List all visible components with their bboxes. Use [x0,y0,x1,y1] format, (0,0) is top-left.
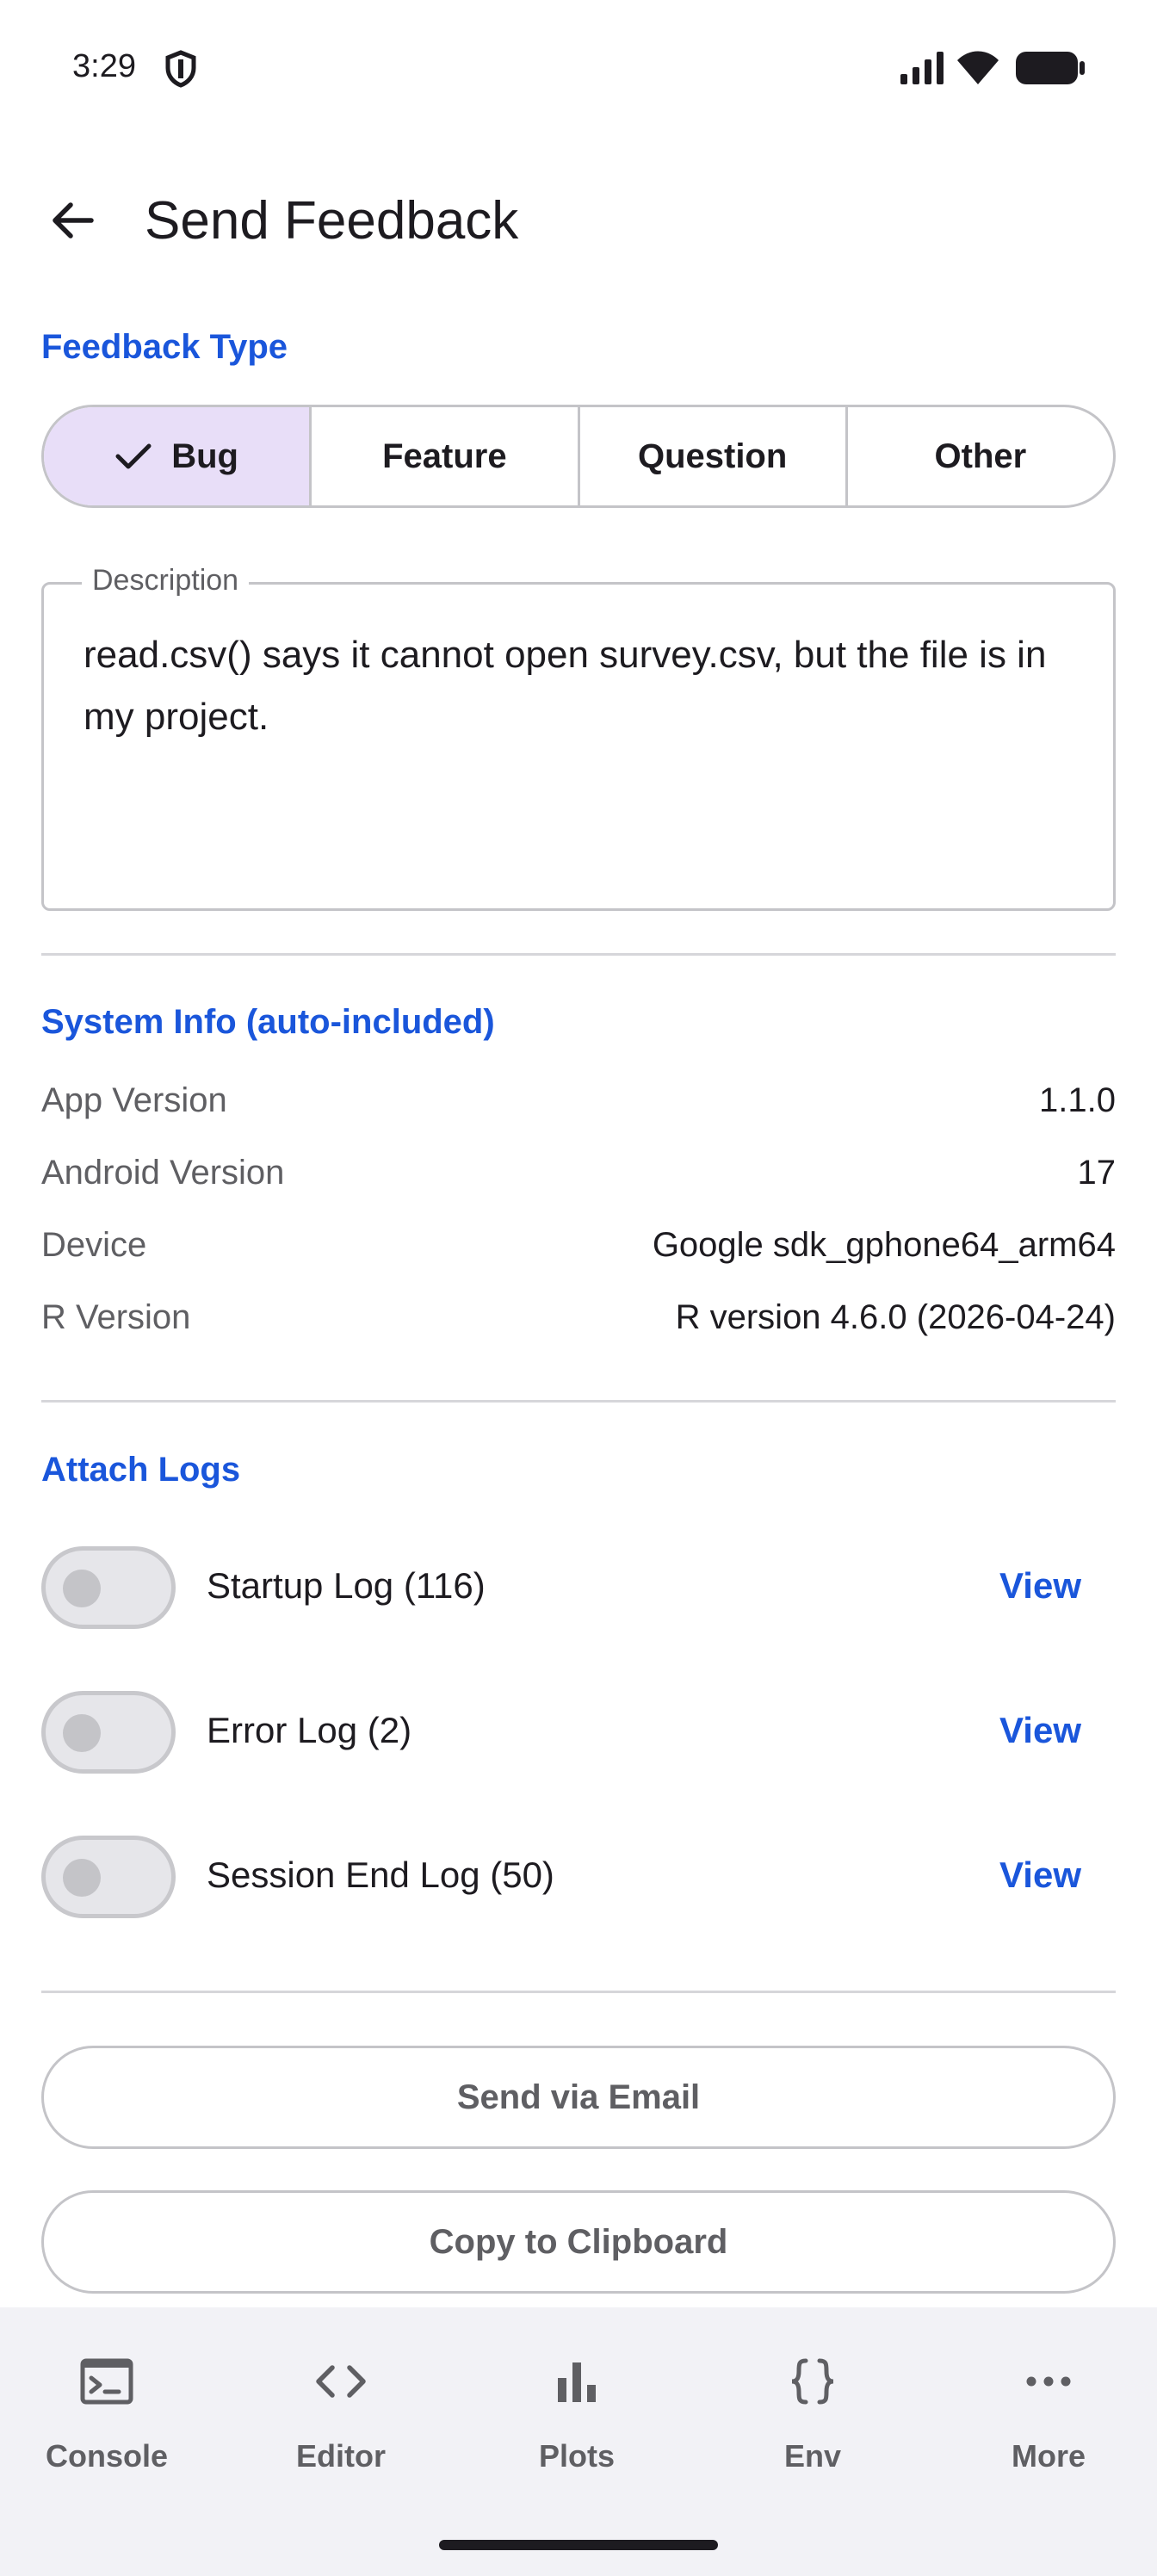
info-row-app-version: App Version 1.1.0 [41,1081,1116,1133]
description-field[interactable]: Description read.csv() says it cannot op… [41,564,1116,911]
attach-logs-label: Attach Logs [41,1451,241,1489]
nav-item-plots[interactable]: Plots [482,2350,671,2505]
info-value: 17 [1077,1154,1117,1192]
segment-feature[interactable]: Feature [312,407,580,505]
nav-item-console[interactable]: Console [12,2350,201,2505]
description-input[interactable]: read.csv() says it cannot open survey.cs… [84,624,1082,748]
terminal-icon [80,2358,133,2405]
toggle-knob [63,1714,101,1752]
info-key: R Version [41,1298,191,1336]
segment-label: Other [934,437,1027,475]
battery-icon [1016,52,1085,84]
copy-to-clipboard-button[interactable]: Copy to Clipboard [41,2190,1116,2294]
home-indicator[interactable] [439,2540,718,2550]
segment-label: Feature [382,437,507,475]
wifi-icon [957,51,999,84]
status-time: 3:29 [72,48,136,84]
toggle-knob [63,1570,101,1607]
info-row-device: Device Google sdk_gphone64_arm64 [41,1226,1116,1278]
log-label: Startup Log (116) [207,1565,486,1606]
bar-chart-icon [558,2362,596,2402]
view-session-end-log-button[interactable]: View [999,1855,1081,1896]
send-via-email-button[interactable]: Send via Email [41,2046,1116,2149]
divider [41,1991,1116,1993]
divider [41,1400,1116,1403]
session-end-log-toggle[interactable] [41,1836,176,1918]
info-value: R version 4.6.0 (2026-04-24) [675,1298,1116,1336]
nav-label: Console [45,2438,168,2474]
nav-item-env[interactable]: Env [718,2350,907,2505]
info-row-r-version: R Version R version 4.6.0 (2026-04-24) [41,1298,1116,1350]
info-value: Google sdk_gphone64_arm64 [652,1226,1116,1264]
info-value: 1.1.0 [1039,1081,1116,1119]
nav-label: More [1011,2438,1086,2474]
description-label: Description [82,564,250,598]
log-label: Session End Log (50) [207,1855,554,1895]
nav-label: Plots [538,2438,615,2474]
info-row-android-version: Android Version 17 [41,1154,1116,1205]
divider [41,953,1116,956]
code-icon [316,2365,366,2398]
info-key: App Version [41,1081,227,1119]
system-info-label: System Info (auto-included) [41,1003,495,1041]
more-horizontal-icon [1026,2376,1071,2387]
cellular-signal-icon [900,52,944,84]
page-title: Send Feedback [145,191,519,251]
view-error-log-button[interactable]: View [999,1710,1081,1751]
nav-item-editor[interactable]: Editor [246,2350,436,2505]
log-label: Error Log (2) [207,1710,412,1750]
view-startup-log-button[interactable]: View [999,1565,1081,1607]
shield-icon [165,50,196,88]
log-row-startup: Startup Log (116) View [41,1545,1116,1631]
nav-item-more[interactable]: More [954,2350,1143,2505]
log-row-error: Error Log (2) View [41,1689,1116,1775]
bottom-navigation: Console Editor Plots Env More [0,2307,1157,2576]
check-icon [115,443,152,469]
segment-label: Question [637,437,788,475]
braces-icon [791,2358,834,2405]
top-app-bar: Send Feedback [0,164,1157,276]
error-log-toggle[interactable] [41,1691,176,1774]
segment-label: Bug [171,437,238,475]
info-key: Device [41,1226,147,1264]
info-key: Android Version [41,1154,285,1192]
segment-question[interactable]: Question [580,407,848,505]
feedback-type-label: Feedback Type [41,328,288,366]
nav-label: Editor [296,2438,386,2474]
toggle-knob [63,1859,101,1897]
back-button[interactable] [34,183,110,258]
startup-log-toggle[interactable] [41,1546,176,1629]
arrow-left-icon [53,202,94,238]
log-row-session-end: Session End Log (50) View [41,1834,1116,1920]
feedback-type-selector: Bug Feature Question Other [41,405,1116,508]
status-bar: 3:29 [0,0,1157,138]
segment-bug[interactable]: Bug [44,407,312,505]
segment-other[interactable]: Other [848,407,1113,505]
nav-label: Env [783,2438,842,2474]
